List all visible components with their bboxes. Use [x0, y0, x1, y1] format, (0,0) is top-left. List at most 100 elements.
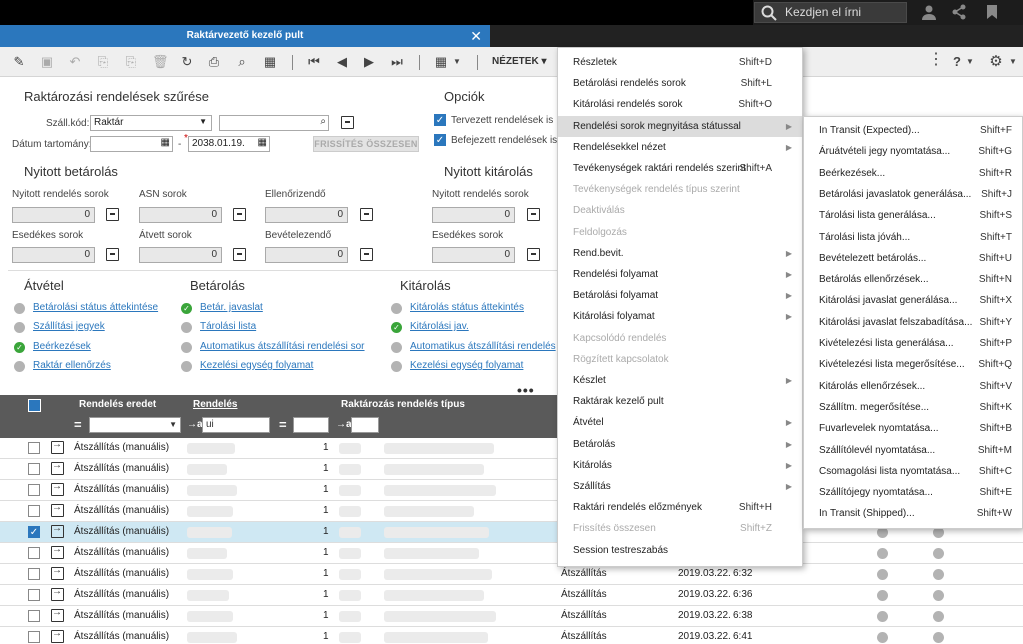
table-row[interactable]: Átszállítás (manuális) 1 — [0, 438, 557, 459]
drill-icon[interactable] — [106, 208, 119, 221]
putaway-link[interactable]: Kezelési egység folyamat — [200, 360, 313, 371]
submenu-item[interactable]: In Transit (Shipped)... Shift+W — [804, 503, 1022, 524]
open-row-icon[interactable] — [51, 523, 64, 538]
submenu-item[interactable]: In Transit (Expected)... Shift+F — [804, 120, 1022, 141]
issue-link[interactable]: Automatikus átszállítási rendelés — [410, 341, 556, 352]
filter-operator[interactable]: →a — [336, 419, 352, 430]
submenu-item[interactable]: Áruátvételi jegy nyomtatása... Shift+G — [804, 141, 1022, 162]
receipt-link[interactable]: Beérkezések — [33, 341, 91, 352]
delete-icon[interactable]: 🗑 — [152, 55, 169, 69]
submenu-item[interactable]: Szállítólevél nyomtatása... Shift+M — [804, 440, 1022, 461]
drill-icon[interactable] — [233, 248, 246, 261]
copy-icon[interactable]: ⎘ — [96, 55, 110, 69]
menu-item[interactable]: Rendelési sorok megnyitása státussal ▶ — [558, 115, 802, 137]
row-checkbox[interactable]: ✓ — [28, 526, 40, 538]
views-menu-button[interactable]: NÉZETEK ▾ — [492, 56, 546, 67]
table-row[interactable]: Átszállítás (manuális) 1 — [0, 501, 557, 522]
drill-icon[interactable] — [360, 248, 373, 261]
table-row-right[interactable]: Átszállítás 2019.03.22. 6:32 — [557, 564, 1023, 585]
menu-item[interactable]: Raktárak kezelő pult — [558, 391, 802, 412]
filter-operator[interactable]: →a — [187, 419, 203, 430]
warehouse-lookup-input[interactable]: ⌕ — [219, 115, 329, 131]
chevron-down-icon[interactable]: ▼ — [450, 55, 464, 69]
menu-item[interactable]: Átvétel ▶ — [558, 412, 802, 433]
submenu-item[interactable]: Beérkezések... Shift+R — [804, 163, 1022, 184]
open-row-icon[interactable] — [51, 628, 64, 643]
filter-operator[interactable]: = — [279, 417, 287, 432]
row-checkbox[interactable] — [28, 589, 40, 601]
menu-item[interactable]: Betárolás ▶ — [558, 434, 802, 455]
menu-item[interactable]: Kitárolási folyamat ▶ — [558, 306, 802, 327]
search-icon[interactable]: ⌕ — [235, 55, 249, 69]
col-origin-header[interactable]: Rendelés eredet — [79, 399, 156, 410]
more-icon[interactable]: ⋮ — [928, 52, 944, 68]
submenu-item[interactable]: Fuvarlevelek nyomtatása... Shift+B — [804, 418, 1022, 439]
table-row-right[interactable]: Átszállítás 2019.03.22. 6:36 — [557, 585, 1023, 606]
undo-icon[interactable]: ↶ — [68, 55, 82, 69]
date-to-input[interactable]: 2038.01.19. ▦ — [188, 136, 270, 152]
last-record-icon[interactable]: ⏭ — [390, 55, 404, 69]
calendar-dropdown-icon[interactable]: ▦ — [434, 55, 448, 69]
open-row-icon[interactable] — [51, 460, 64, 475]
calendar-icon[interactable]: ▦ — [263, 55, 277, 69]
new-icon[interactable]: ✎ — [12, 55, 26, 69]
gear-icon[interactable]: ⚙ — [989, 54, 1003, 69]
row-checkbox[interactable] — [28, 463, 40, 475]
date-from-input[interactable]: ▦ — [90, 136, 173, 152]
table-row[interactable]: Átszállítás (manuális) 1 — [0, 585, 557, 606]
first-record-icon[interactable]: ⏮ — [307, 55, 321, 69]
table-row[interactable]: Átszállítás (manuális) 1 — [0, 480, 557, 501]
user-icon[interactable] — [921, 4, 937, 20]
submenu-item[interactable]: Csomagolási lista nyomtatása... Shift+C — [804, 461, 1022, 482]
row-checkbox[interactable] — [28, 610, 40, 622]
open-row-icon[interactable] — [51, 607, 64, 622]
menu-item[interactable]: Rendelési folyamat ▶ — [558, 264, 802, 285]
menu-item[interactable]: Kitárolás ▶ — [558, 455, 802, 476]
submenu-item[interactable]: Kitárolási javaslat felszabadítása... Shi… — [804, 312, 1022, 333]
row-checkbox[interactable] — [28, 631, 40, 643]
next-icon[interactable]: ▶ — [362, 55, 376, 69]
save-icon[interactable]: ▣ — [40, 55, 54, 69]
issue-link[interactable]: Kezelési egység folyamat — [410, 360, 523, 371]
type-filter-input[interactable] — [351, 417, 379, 433]
putaway-link[interactable]: Automatikus átszállítási rendelési sor — [200, 341, 365, 352]
submenu-item[interactable]: Betárolási javaslatok generálása... Shift… — [804, 184, 1022, 205]
issue-link[interactable]: Kitárolás státus áttekintés — [410, 302, 524, 313]
menu-item[interactable]: Session testreszabás — [558, 540, 802, 561]
table-row-right[interactable]: Átszállítás 2019.03.22. 6:38 — [557, 606, 1023, 627]
warehouse-select[interactable]: Raktár ▼ — [90, 115, 212, 131]
col-type-header[interactable]: Raktározás rendelés típus — [341, 399, 465, 410]
submenu-item[interactable]: Kitárolási javaslat generálása... Shift+X — [804, 290, 1022, 311]
submenu-item[interactable]: Bevételezett betárolás... Shift+U — [804, 248, 1022, 269]
table-row-right[interactable]: Átszállítás 2019.03.22. 6:41 — [557, 627, 1023, 644]
open-row-icon[interactable] — [51, 586, 64, 601]
global-search-input[interactable]: Kezdjen el írni — [754, 2, 907, 23]
calendar-icon[interactable]: ▦ — [258, 137, 267, 148]
open-row-icon[interactable] — [51, 565, 64, 580]
menu-item[interactable]: Tevékenységek raktári rendelés szerint Sh… — [558, 158, 802, 179]
submenu-item[interactable]: Betárolás ellenőrzések... Shift+N — [804, 269, 1022, 290]
drill-icon[interactable] — [360, 208, 373, 221]
submenu-item[interactable]: Kivételezési lista megerősítése... Shift+… — [804, 354, 1022, 375]
menu-item[interactable]: Kitárolási rendelés sorok Shift+O — [558, 94, 802, 115]
share-icon[interactable] — [951, 4, 967, 20]
submenu-item[interactable]: Szállítm. megerősítése... Shift+K — [804, 397, 1022, 418]
row-checkbox[interactable] — [28, 547, 40, 559]
menu-item[interactable]: Részletek Shift+D — [558, 52, 802, 73]
open-row-icon[interactable] — [51, 544, 64, 559]
row-checkbox[interactable] — [28, 505, 40, 517]
submenu-item[interactable]: Szállítójegy nyomtatása... Shift+E — [804, 482, 1022, 503]
issue-link[interactable]: Kitárolási jav. — [410, 321, 469, 332]
submenu-item[interactable]: Tárolási lista jóváh... Shift+T — [804, 227, 1022, 248]
close-icon[interactable]: ✕ — [470, 25, 482, 47]
receipt-link[interactable]: Szállítási jegyek — [33, 321, 105, 332]
bookmark-icon[interactable] — [984, 4, 1000, 20]
drill-icon[interactable] — [233, 208, 246, 221]
planned-orders-checkbox[interactable]: ✓ — [434, 114, 446, 126]
drill-icon[interactable] — [527, 208, 540, 221]
duplicate-icon[interactable]: ⎘ — [124, 55, 138, 69]
submenu-item[interactable]: Kitárolás ellenőrzések... Shift+V — [804, 376, 1022, 397]
receipt-link[interactable]: Betárolási státus áttekintése — [33, 302, 158, 313]
putaway-link[interactable]: Tárolási lista — [200, 321, 256, 332]
zoom-icon[interactable] — [341, 116, 354, 129]
